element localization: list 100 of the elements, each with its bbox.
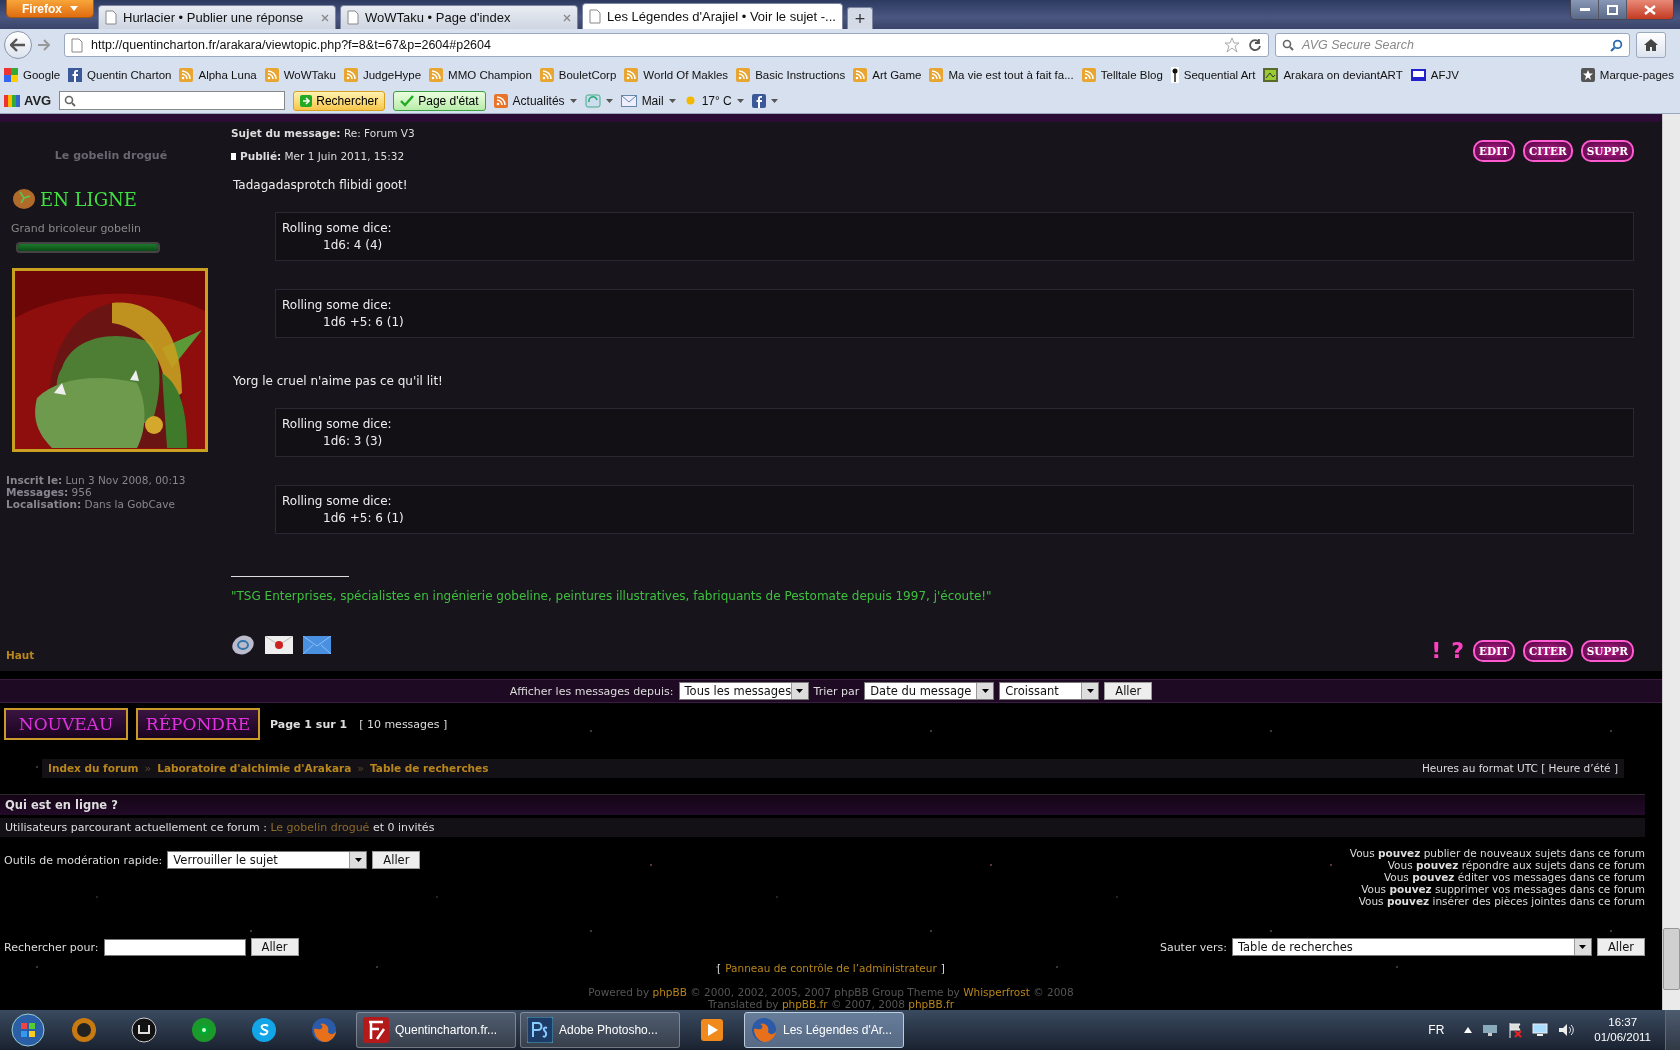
breadcrumb-link[interactable]: Table de recherches [370,762,489,775]
star-icon[interactable] [1224,37,1240,53]
toolbar-search-field[interactable] [59,91,286,110]
bookmark-link[interactable]: Sequential Art [1170,66,1256,83]
bookmark-link[interactable]: Art Game [853,67,922,82]
credits-link[interactable]: Whisperfrost [963,986,1030,998]
feed-icon [539,67,554,82]
go-button[interactable]: Aller [250,938,299,956]
clock-time[interactable]: 16:37 [1608,1015,1638,1030]
search-button[interactable]: Rechercher [293,90,386,111]
jump-label: Sauter vers: [1159,940,1227,954]
topic-button[interactable]: NOUVEAU [4,708,128,740]
toolbar-item[interactable]: Mail [620,93,676,108]
breadcrumb-separator: » [357,761,364,775]
monitor-icon [1410,68,1426,81]
maximize-button[interactable] [1599,0,1627,19]
reload-icon[interactable] [1248,38,1262,52]
post-action-button[interactable]: EDIT [1473,639,1515,662]
post-action-button[interactable]: ? [1450,638,1466,663]
post-action-button[interactable]: SUPPR [1580,639,1634,662]
credits-link[interactable]: phpBB.fr [781,998,828,1010]
credits-link[interactable]: phpBB [652,986,687,998]
bookmark-link[interactable]: Telltale Blog [1081,67,1163,82]
rank-title: Grand bricoleur gobelin [11,222,142,235]
back-button[interactable] [4,31,32,59]
toolbar-item[interactable] [584,93,613,108]
post-action-button[interactable]: EDIT [1473,139,1515,162]
bookmark-link[interactable]: Basic Instructions [736,67,846,82]
caret-icon[interactable] [1464,1027,1473,1033]
jump-select[interactable]: Table de recherches [1231,938,1592,956]
flag-icon[interactable] [1508,1022,1523,1038]
bookmark-link[interactable]: World Of Makles [624,67,729,82]
post-icon[interactable] [231,152,236,160]
status-button[interactable]: Page d'état [393,90,486,111]
address-field[interactable]: http://quentincharton.fr/arakara/viewtopic.php?f=8&t=67&p=2604#p2604 [64,33,1269,57]
home-icon [1643,38,1659,52]
breadcrumb-link[interactable]: Index du forum [48,762,139,775]
bookmark-link[interactable]: WoWTaku [264,67,336,82]
go-button[interactable]: Aller [372,851,421,870]
avg-menu[interactable]: AVG [4,93,52,108]
go-button[interactable]: Aller [1596,938,1645,956]
bookmark-link[interactable]: Alpha Luna [179,67,257,82]
toolbar-item[interactable] [751,93,778,108]
bookmark-link[interactable]: MMO Champion [429,67,532,82]
envelope-icon[interactable] [303,635,331,654]
minimize-button[interactable] [1571,0,1599,19]
search-field[interactable]: AVG Secure Search [1275,33,1630,57]
network-icon[interactable] [1482,1023,1499,1037]
clock-date[interactable]: 01/06/2011 [1594,1030,1651,1045]
taskbar-button[interactable]: Quentincharton.fr... [356,1012,516,1048]
post-action-button[interactable]: ! [1430,638,1443,663]
taskbar-button[interactable]: Les Légendes d'Ar... [744,1012,904,1048]
close-icon[interactable] [321,13,329,22]
dice-roll-title: Rolling some dice: [282,220,393,237]
toolbar-item[interactable]: Actualités [493,93,577,108]
bookmark-link[interactable]: BouletCorp [539,67,617,82]
topic-button[interactable]: RÉPONDRE [136,708,260,740]
signature: "TSG Enterprises, spécialistes en ingénierie gobeline, peintures illustratives, fabriquants de Pestomate depuis 1997, j'écoute!" [231,589,993,603]
language-indicator[interactable]: FR [1428,1023,1445,1037]
sort-direction-select[interactable]: Croissant [999,682,1100,700]
facebook-icon [68,67,83,82]
bookmark-link[interactable]: Quentin Charton [68,67,172,82]
arrow-icon [300,94,313,107]
close-button[interactable] [1627,0,1673,19]
bookmark-link[interactable]: Arakara on deviantART [1263,67,1403,82]
new-tab-button[interactable]: + [846,7,873,29]
user-link[interactable]: Le gobelin drogué [270,821,370,835]
search-icon[interactable] [1610,38,1623,52]
bookmark-link[interactable]: Google [4,67,61,82]
bookmark-link[interactable]: AFJV [1410,68,1459,81]
browser-tab[interactable]: Hurlacier • Publier une réponse [98,5,336,29]
search-field[interactable] [103,938,246,956]
post-action-button[interactable]: SUPPR [1580,139,1634,162]
bookmark-link[interactable]: Ma vie est tout à fait fa... [929,67,1074,82]
browser-tab[interactable]: Les Légendes d'Arajiel • Voir le sujet -... [582,3,843,29]
caret-icon [605,98,613,103]
taskbar-button[interactable]: Adobe Photosho... [520,1012,680,1048]
credits-link[interactable]: phpBB.fr [908,998,955,1010]
admin-panel-link[interactable]: Panneau de contrôle de l’administrateur [725,962,937,974]
browser-tab[interactable]: WoWTaku • Page d'index [340,5,578,29]
breadcrumb-link[interactable]: Laboratoire d'alchimie d'Arakara [157,762,352,775]
target-icon [191,1017,217,1043]
days-select[interactable]: Tous les messages [678,682,809,700]
sort-key-select[interactable]: Date du message [864,682,995,700]
top-link[interactable]: Haut [6,649,227,661]
go-button[interactable]: Aller [1104,682,1153,700]
close-icon[interactable] [563,13,571,22]
speaker-icon[interactable] [1558,1023,1575,1037]
post-action-button[interactable]: CITER [1522,639,1573,662]
post-action-button[interactable]: CITER [1522,139,1573,162]
monitor-icon[interactable] [1532,1023,1549,1037]
sealed-letter-icon[interactable] [265,635,293,654]
scrollbar[interactable] [1662,114,1680,1010]
disc-icon[interactable] [231,633,255,656]
bookmark-link[interactable]: JudgeHype [343,67,422,82]
moderation-select[interactable]: Verrouiller le sujet [167,851,368,870]
toolbar-item[interactable]: 17° C [683,93,744,108]
envelope-icon [620,94,637,107]
bookmarks-menu[interactable]: Marque-pages [1580,67,1674,82]
home-button[interactable] [1636,32,1666,58]
